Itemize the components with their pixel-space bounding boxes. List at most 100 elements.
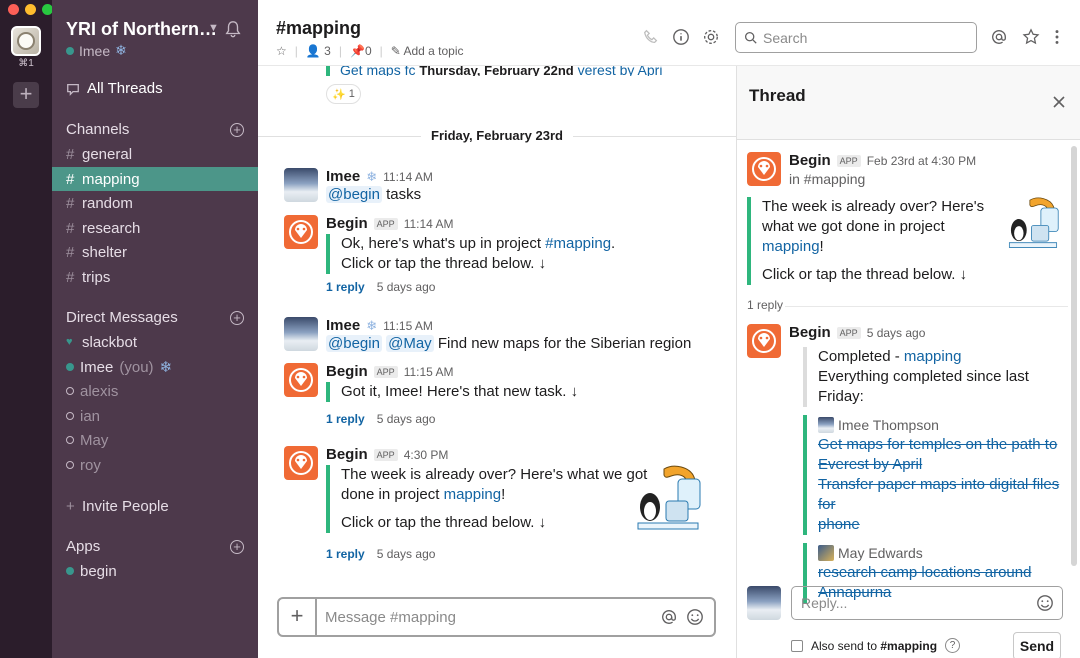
avatar[interactable]: [284, 215, 318, 249]
author-name[interactable]: Begin: [789, 152, 831, 169]
message-attachment: Got it, Imee! Here's that new task. ↓: [326, 382, 724, 402]
message-list[interactable]: Get maps fc Thursday, February 22nd vere…: [258, 66, 736, 586]
completed-label: Completed -: [818, 348, 904, 365]
avatar[interactable]: [747, 324, 781, 358]
task-item[interactable]: Get maps for temples on the path to: [818, 435, 1069, 455]
sidebar-item-label: general: [82, 145, 133, 163]
channel-link[interactable]: mapping: [762, 238, 820, 255]
star-icon[interactable]: [1022, 28, 1040, 46]
gear-icon[interactable]: [702, 28, 720, 46]
task-item[interactable]: Everest by April: [818, 455, 1069, 475]
task-item[interactable]: phone: [818, 515, 1069, 535]
emoji-icon[interactable]: [686, 608, 704, 626]
add-app-icon[interactable]: +: [230, 540, 244, 554]
avatar[interactable]: [284, 446, 318, 480]
message-input[interactable]: Message #mapping: [317, 609, 660, 626]
sidebar-item-slackbot[interactable]: ♥ slackbot: [52, 330, 258, 354]
close-icon[interactable]: [1051, 94, 1067, 110]
phone-icon[interactable]: [642, 28, 660, 46]
sidebar-item-trips[interactable]: # trips: [52, 265, 258, 289]
mention[interactable]: @May: [386, 335, 434, 352]
author-name[interactable]: Begin: [789, 324, 831, 341]
timestamp[interactable]: 11:14 AM: [383, 170, 433, 184]
channel-title[interactable]: #mapping: [276, 18, 361, 39]
author-name[interactable]: Begin: [326, 215, 368, 232]
sidebar-item-general[interactable]: # general: [52, 142, 258, 166]
add-topic-link[interactable]: ✎ Add a topic: [391, 44, 464, 58]
sidebar-item-label: mapping: [82, 170, 140, 188]
person-name[interactable]: Imee Thompson: [838, 417, 939, 433]
channels-heading[interactable]: Channels: [66, 121, 129, 138]
reply-placeholder: Reply...: [801, 595, 848, 611]
reply-input[interactable]: Reply...: [791, 586, 1063, 620]
star-icon[interactable]: ☆: [276, 44, 287, 58]
chevron-down-icon[interactable]: ▼: [208, 22, 219, 34]
reply-link[interactable]: 1 reply: [326, 280, 365, 294]
sidebar-item-shelter[interactable]: # shelter: [52, 240, 258, 264]
mention[interactable]: @begin: [326, 335, 382, 352]
mentions-icon[interactable]: [990, 28, 1008, 46]
workspace-name[interactable]: YRI of Northern…: [66, 19, 216, 40]
more-icon[interactable]: [1054, 28, 1060, 46]
partial-link-left[interactable]: Get maps fc: [340, 66, 415, 76]
reaction-sparkles[interactable]: ✨ 1: [326, 84, 361, 104]
author-name[interactable]: Imee: [326, 317, 360, 334]
timestamp[interactable]: 11:14 AM: [404, 217, 454, 231]
timestamp[interactable]: 5 days ago: [867, 326, 926, 340]
current-user[interactable]: Imee ❄: [66, 42, 127, 59]
mention[interactable]: @begin: [326, 186, 382, 203]
timestamp[interactable]: Feb 23rd at 4:30 PM: [867, 154, 976, 168]
timestamp[interactable]: 4:30 PM: [404, 448, 449, 462]
author-name[interactable]: Begin: [326, 446, 368, 463]
info-icon[interactable]: [672, 28, 690, 46]
sidebar-item-roy[interactable]: roy: [52, 453, 258, 477]
search-input[interactable]: Search: [735, 22, 977, 53]
sidebar-item-ian[interactable]: ian: [52, 404, 258, 428]
channel-link[interactable]: #mapping: [545, 235, 611, 252]
avatar[interactable]: [284, 363, 318, 397]
task-item[interactable]: research camp locations around: [818, 563, 1069, 583]
member-count[interactable]: 👤 3: [306, 44, 331, 58]
sidebar-item-begin[interactable]: begin: [52, 559, 258, 583]
thread-channel[interactable]: in #mapping: [789, 169, 1069, 189]
invite-people-link[interactable]: + Invite People: [52, 494, 258, 518]
add-workspace-button[interactable]: +: [13, 82, 39, 108]
reply-link[interactable]: 1 reply: [326, 547, 365, 561]
reply-link[interactable]: 1 reply: [326, 412, 365, 426]
sidebar-item-research[interactable]: # research: [52, 216, 258, 240]
author-name[interactable]: Begin: [326, 363, 368, 380]
sidebar-item-mapping[interactable]: # mapping: [52, 167, 258, 191]
also-send-checkbox[interactable]: [791, 639, 803, 652]
author-name[interactable]: Imee: [326, 168, 360, 185]
send-button[interactable]: Send: [1013, 632, 1061, 658]
all-threads-link[interactable]: All Threads: [66, 80, 163, 97]
direct-messages-heading[interactable]: Direct Messages: [66, 309, 178, 326]
channel-link[interactable]: mapping: [904, 348, 962, 365]
timestamp[interactable]: 11:15 AM: [383, 319, 433, 333]
task-item[interactable]: Transfer paper maps into digital files f…: [818, 475, 1069, 515]
sidebar-item-alexis[interactable]: alexis: [52, 379, 258, 403]
bell-icon[interactable]: [224, 20, 242, 38]
help-icon[interactable]: ?: [945, 638, 961, 653]
scrollbar[interactable]: [1071, 146, 1077, 566]
avatar[interactable]: [284, 168, 318, 202]
avatar[interactable]: [747, 152, 781, 186]
sidebar-item-may[interactable]: May: [52, 428, 258, 452]
pinned-count[interactable]: 📌0: [350, 44, 372, 58]
team-avatar[interactable]: [11, 26, 41, 56]
add-channel-icon[interactable]: +: [230, 123, 244, 137]
apps-heading[interactable]: Apps: [66, 538, 100, 555]
sidebar-item-imee[interactable]: Imee (you) ❄: [52, 355, 258, 379]
channel-link[interactable]: mapping: [444, 486, 502, 503]
avatar[interactable]: [284, 317, 318, 351]
add-dm-icon[interactable]: +: [230, 311, 244, 325]
person-name[interactable]: May Edwards: [838, 545, 923, 561]
mention-icon[interactable]: [660, 608, 678, 626]
sidebar-item-random[interactable]: # random: [52, 191, 258, 215]
attach-button[interactable]: +: [279, 599, 317, 635]
minimize-window-button[interactable]: [25, 4, 36, 15]
close-window-button[interactable]: [8, 4, 19, 15]
partial-link-right[interactable]: verest by Apri: [578, 66, 663, 76]
emoji-icon[interactable]: [1036, 594, 1054, 612]
timestamp[interactable]: 11:15 AM: [404, 365, 454, 379]
